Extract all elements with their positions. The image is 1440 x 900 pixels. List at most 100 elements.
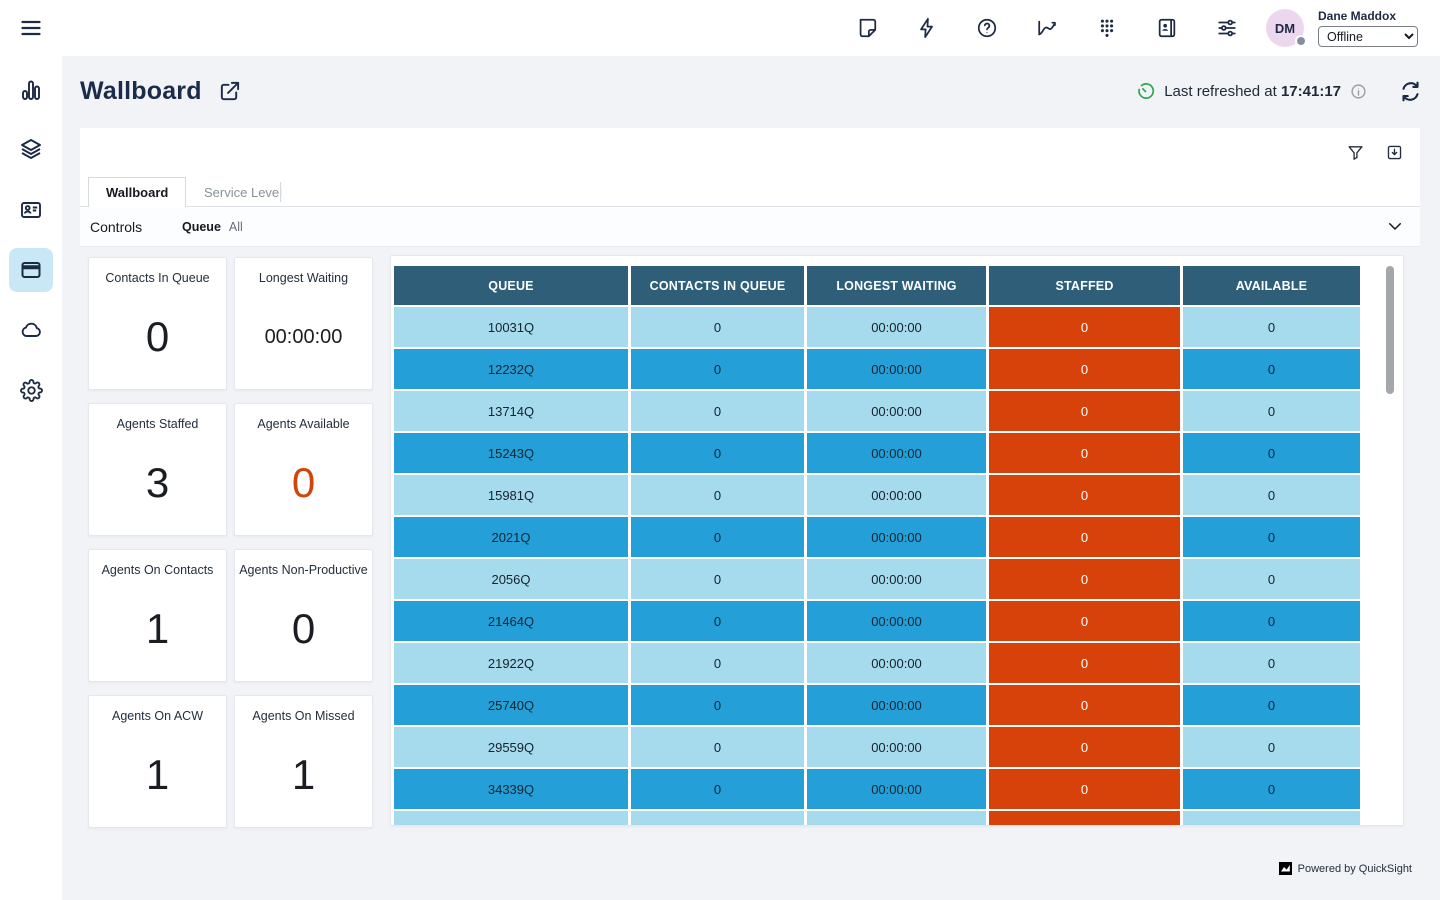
- queue-cell: 10031Q: [394, 307, 628, 347]
- status-select[interactable]: Offline: [1318, 26, 1418, 47]
- staffed-cell: 0: [989, 307, 1180, 347]
- table-row[interactable]: 10031Q000:00:0000: [394, 307, 1360, 347]
- table-row[interactable]: 13714Q000:00:0000: [394, 391, 1360, 431]
- staffed-cell: 0: [989, 559, 1180, 599]
- dashboard-panel: Wallboard Service Level Controls Queue A…: [80, 128, 1420, 247]
- col-queue: QUEUE: [394, 266, 628, 305]
- title-bar: Wallboard Last refreshed at 17:41:17: [80, 56, 1422, 126]
- help-icon[interactable]: [975, 16, 999, 40]
- table-row[interactable]: 12232Q000:00:0000: [394, 349, 1360, 389]
- controls-label: Controls: [90, 219, 182, 235]
- id-card-icon[interactable]: [9, 188, 53, 232]
- contacts-in-queue-cell: 0: [631, 307, 804, 347]
- queue-cell: 2021Q: [394, 517, 628, 557]
- staffed-cell: 0: [989, 517, 1180, 557]
- col-staffed: STAFFED: [989, 266, 1180, 305]
- contacts-in-queue-cell: 0: [631, 433, 804, 473]
- queue-filter-value[interactable]: All: [229, 220, 243, 234]
- kpi-label: Agents Non-Productive: [235, 550, 372, 577]
- browser-window-icon[interactable]: [9, 248, 53, 292]
- queue-cell: 21464Q: [394, 601, 628, 641]
- bar-chart-icon[interactable]: [9, 68, 53, 112]
- dialpad-icon[interactable]: [1095, 16, 1119, 40]
- kpi-value: 1: [89, 577, 226, 681]
- table-row[interactable]: 21464Q000:00:0000: [394, 601, 1360, 641]
- staffed-cell: 0: [989, 601, 1180, 641]
- top-bar: DM Dane Maddox Offline: [62, 0, 1440, 56]
- longest-waiting-cell: 00:00:00: [807, 307, 986, 347]
- kpi-card-agents-available: Agents Available0: [234, 403, 373, 536]
- refresh-icon[interactable]: [1398, 79, 1422, 103]
- table-header-row: QUEUE CONTACTS IN QUEUE LONGEST WAITING …: [394, 266, 1360, 305]
- quicksight-footer: Powered by QuickSight: [1279, 862, 1412, 875]
- table-row[interactable]: 25740Q000:00:0000: [394, 685, 1360, 725]
- available-cell: 0: [1183, 769, 1360, 809]
- queue-cell: 21922Q: [394, 643, 628, 683]
- contacts-in-queue-cell: 0: [631, 475, 804, 515]
- col-longest-waiting: LONGEST WAITING: [807, 266, 986, 305]
- export-icon[interactable]: [1382, 140, 1406, 164]
- kpi-label: Agents On ACW: [89, 696, 226, 723]
- longest-waiting-cell: 00:00:00: [807, 559, 986, 599]
- preferences-icon[interactable]: [1215, 16, 1239, 40]
- available-cell: 0: [1183, 349, 1360, 389]
- filter-icon[interactable]: [1343, 140, 1367, 164]
- longest-waiting-cell: 00:00:00: [807, 349, 986, 389]
- table-row[interactable]: 2056Q000:00:0000: [394, 559, 1360, 599]
- staffed-cell: 0: [989, 475, 1180, 515]
- table-scrollbar[interactable]: [1386, 266, 1394, 394]
- available-cell: 0: [1183, 433, 1360, 473]
- kpi-card-agents-on-missed: Agents On Missed1: [234, 695, 373, 828]
- table-row[interactable]: 15243Q000:00:0000: [394, 433, 1360, 473]
- available-cell: [1183, 811, 1360, 826]
- staffed-cell: 0: [989, 685, 1180, 725]
- table-row[interactable]: 15981Q000:00:0000: [394, 475, 1360, 515]
- queue-cell: 34339Q: [394, 769, 628, 809]
- table-row-partial[interactable]: [394, 811, 1360, 826]
- sidebar: [0, 0, 62, 900]
- powered-by-text: Powered by QuickSight: [1298, 863, 1412, 875]
- bolt-icon[interactable]: [915, 16, 939, 40]
- longest-waiting-cell: 00:00:00: [807, 769, 986, 809]
- longest-waiting-cell: 00:00:00: [807, 727, 986, 767]
- table-row[interactable]: 29559Q000:00:0000: [394, 727, 1360, 767]
- kpi-card-longest-waiting: Longest Waiting00:00:00: [234, 257, 373, 390]
- menu-icon[interactable]: [9, 6, 53, 50]
- layers-icon[interactable]: [9, 127, 53, 171]
- kpi-value: 0: [235, 577, 372, 681]
- chevron-down-icon[interactable]: [1386, 217, 1404, 235]
- queue-table-body: 10031Q000:00:000012232Q000:00:000013714Q…: [394, 307, 1360, 826]
- longest-waiting-cell: 00:00:00: [807, 475, 986, 515]
- kpi-value: 1: [89, 723, 226, 827]
- kpi-label: Agents Available: [235, 404, 372, 431]
- contacts-in-queue-cell: 0: [631, 769, 804, 809]
- available-cell: 0: [1183, 685, 1360, 725]
- refresh-timer-icon: [1136, 82, 1155, 101]
- contacts-in-queue-cell: 0: [631, 349, 804, 389]
- table-row[interactable]: 21922Q000:00:0000: [394, 643, 1360, 683]
- tab-wallboard[interactable]: Wallboard: [88, 177, 186, 207]
- longest-waiting-cell: 00:00:00: [807, 517, 986, 557]
- available-cell: 0: [1183, 517, 1360, 557]
- staffed-cell: 0: [989, 391, 1180, 431]
- longest-waiting-cell: 00:00:00: [807, 391, 986, 431]
- col-contacts-in-queue: CONTACTS IN QUEUE: [631, 266, 804, 305]
- cloud-icon[interactable]: [9, 308, 53, 352]
- staffed-cell: [989, 811, 1180, 826]
- kpi-value: 1: [235, 723, 372, 827]
- longest-waiting-cell: 00:00:00: [807, 433, 986, 473]
- directory-icon[interactable]: [1155, 16, 1179, 40]
- gear-icon[interactable]: [9, 368, 53, 412]
- contacts-in-queue-cell: 0: [631, 643, 804, 683]
- table-row[interactable]: 34339Q000:00:0000: [394, 769, 1360, 809]
- col-available: AVAILABLE: [1183, 266, 1360, 305]
- queue-cell: 15981Q: [394, 475, 628, 515]
- note-icon[interactable]: [855, 16, 879, 40]
- tab-service-level[interactable]: Service Level: [187, 177, 299, 207]
- info-icon[interactable]: [1350, 83, 1367, 100]
- kpi-label: Agents Staffed: [89, 404, 226, 431]
- table-row[interactable]: 2021Q000:00:0000: [394, 517, 1360, 557]
- avatar[interactable]: DM: [1266, 9, 1304, 47]
- external-link-icon[interactable]: [218, 79, 242, 103]
- line-chart-icon[interactable]: [1035, 16, 1059, 40]
